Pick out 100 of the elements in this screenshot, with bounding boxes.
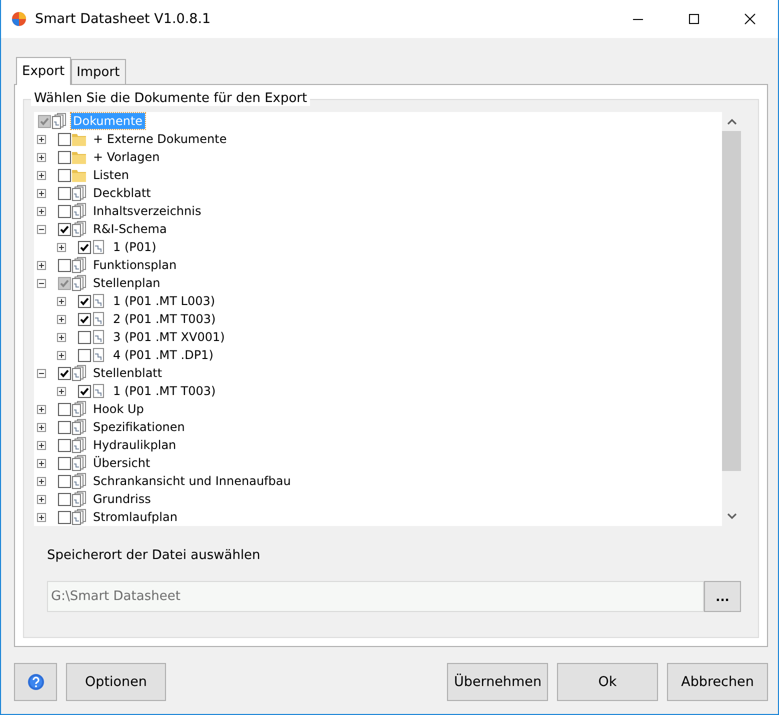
checkbox[interactable] <box>58 222 71 236</box>
expand-icon[interactable] <box>37 512 46 522</box>
tree-item[interactable]: 2 (P01 .MT T003) <box>111 311 218 327</box>
tab[interactable]: Import <box>70 59 126 84</box>
tree-item[interactable]: Schrankansicht und Innenaufbau <box>91 473 293 489</box>
expand-icon[interactable] <box>37 476 46 486</box>
save-location-label: Speicherort der Datei auswählen <box>47 548 262 563</box>
tree-item[interactable]: R&I-Schema <box>91 221 169 237</box>
close-icon[interactable] <box>744 13 756 25</box>
tree-item[interactable]: Grundriss <box>91 491 153 507</box>
maximize-icon[interactable] <box>688 13 700 25</box>
document-stack-icon <box>71 185 87 201</box>
checkbox[interactable] <box>58 366 71 380</box>
checkbox[interactable] <box>58 402 71 416</box>
tree-item[interactable]: Stromlaufplan <box>91 509 180 525</box>
tree-item[interactable]: 3 (P01 .MT XV001) <box>111 329 227 345</box>
expand-icon[interactable] <box>37 170 46 180</box>
tree-item[interactable]: Hydraulikplan <box>91 437 178 453</box>
expand-icon[interactable] <box>37 404 46 414</box>
document-stack-icon <box>71 401 87 417</box>
tab[interactable]: Export <box>16 57 71 85</box>
checkbox[interactable] <box>38 114 51 128</box>
checkbox[interactable] <box>58 132 71 146</box>
expand-icon[interactable] <box>37 134 46 144</box>
tree-item[interactable]: 4 (P01 .MT .DP1) <box>111 347 216 363</box>
expand-icon[interactable] <box>37 152 46 162</box>
tree-item[interactable]: Deckblatt <box>91 185 153 201</box>
collapse-icon[interactable] <box>37 278 46 288</box>
tree-item[interactable]: Inhaltsverzeichnis <box>91 203 204 219</box>
tree-item[interactable]: + Externe Dokumente <box>91 131 229 147</box>
document-stack-icon <box>71 437 87 453</box>
tree-item[interactable]: Funktionsplan <box>91 257 179 273</box>
document-icon <box>91 383 107 399</box>
options-button[interactable]: Optionen <box>66 663 166 701</box>
checkbox[interactable] <box>58 150 71 164</box>
document-stack-icon <box>71 257 87 273</box>
collapse-icon[interactable] <box>37 368 46 378</box>
expand-icon[interactable] <box>37 206 46 216</box>
document-icon <box>91 293 107 309</box>
expand-icon[interactable] <box>57 350 66 360</box>
expand-icon[interactable] <box>37 188 46 198</box>
scroll-up-icon[interactable] <box>726 118 736 125</box>
document-stack-icon <box>71 419 87 435</box>
tree-item[interactable]: Spezifikationen <box>91 419 187 435</box>
tree-item[interactable]: Stellenplan <box>91 275 162 291</box>
document-icon <box>91 311 107 327</box>
checkbox[interactable] <box>58 420 71 434</box>
expand-icon[interactable] <box>37 422 46 432</box>
dialog-button[interactable]: Übernehmen <box>447 663 548 701</box>
checkbox[interactable] <box>78 240 91 254</box>
browse-button[interactable]: ... <box>704 581 741 612</box>
checkbox[interactable] <box>58 510 71 524</box>
collapse-icon[interactable] <box>37 224 46 234</box>
help-icon <box>26 673 44 691</box>
checkbox[interactable] <box>58 492 71 506</box>
checkbox[interactable] <box>78 348 91 362</box>
tree-item[interactable]: Stellenblatt <box>91 365 164 381</box>
checkbox[interactable] <box>58 186 71 200</box>
document-stack-icon <box>71 275 87 291</box>
checkbox[interactable] <box>58 168 71 182</box>
document-icon <box>91 329 107 345</box>
folder-icon <box>71 167 87 183</box>
expand-icon[interactable] <box>57 314 66 324</box>
expand-icon[interactable] <box>37 260 46 270</box>
document-stack-icon <box>71 491 87 507</box>
checkbox[interactable] <box>58 258 71 272</box>
tree-item[interactable]: + Vorlagen <box>91 149 162 165</box>
path-field[interactable]: G:\Smart Datasheet <box>47 581 704 612</box>
expand-icon[interactable] <box>57 242 66 252</box>
expand-icon[interactable] <box>37 440 46 450</box>
tree-item[interactable]: Hook Up <box>91 401 146 417</box>
document-icon <box>91 347 107 363</box>
tree-item[interactable]: 1 (P01 .MT L003) <box>111 293 218 309</box>
checkbox[interactable] <box>78 384 91 398</box>
tree-item[interactable]: Übersicht <box>91 455 152 471</box>
tree-item[interactable]: Listen <box>91 167 131 183</box>
checkbox[interactable] <box>58 276 71 290</box>
checkbox[interactable] <box>78 330 91 344</box>
checkbox[interactable] <box>58 204 71 218</box>
checkbox[interactable] <box>58 456 71 470</box>
checkbox[interactable] <box>78 312 91 326</box>
tree-item[interactable]: 1 (P01) <box>111 239 158 255</box>
folder-icon <box>71 149 87 165</box>
checkbox[interactable] <box>78 294 91 308</box>
expand-icon[interactable] <box>57 386 66 396</box>
help-button[interactable] <box>14 663 57 701</box>
checkbox[interactable] <box>58 474 71 488</box>
document-stack-icon <box>71 203 87 219</box>
scroll-down-icon[interactable] <box>726 513 736 520</box>
scrollbar-thumb[interactable] <box>722 131 741 471</box>
expand-icon[interactable] <box>57 332 66 342</box>
expand-icon[interactable] <box>57 296 66 306</box>
tree-item[interactable]: 1 (P01 .MT T003) <box>111 383 218 399</box>
dialog-button[interactable]: Abbrechen <box>667 663 768 701</box>
dialog-button[interactable]: Ok <box>557 663 658 701</box>
checkbox[interactable] <box>58 438 71 452</box>
document-icon <box>91 239 107 255</box>
group-title: Wählen Sie die Dokumente für den Export <box>31 91 310 106</box>
expand-icon[interactable] <box>37 494 46 504</box>
expand-icon[interactable] <box>37 458 46 468</box>
